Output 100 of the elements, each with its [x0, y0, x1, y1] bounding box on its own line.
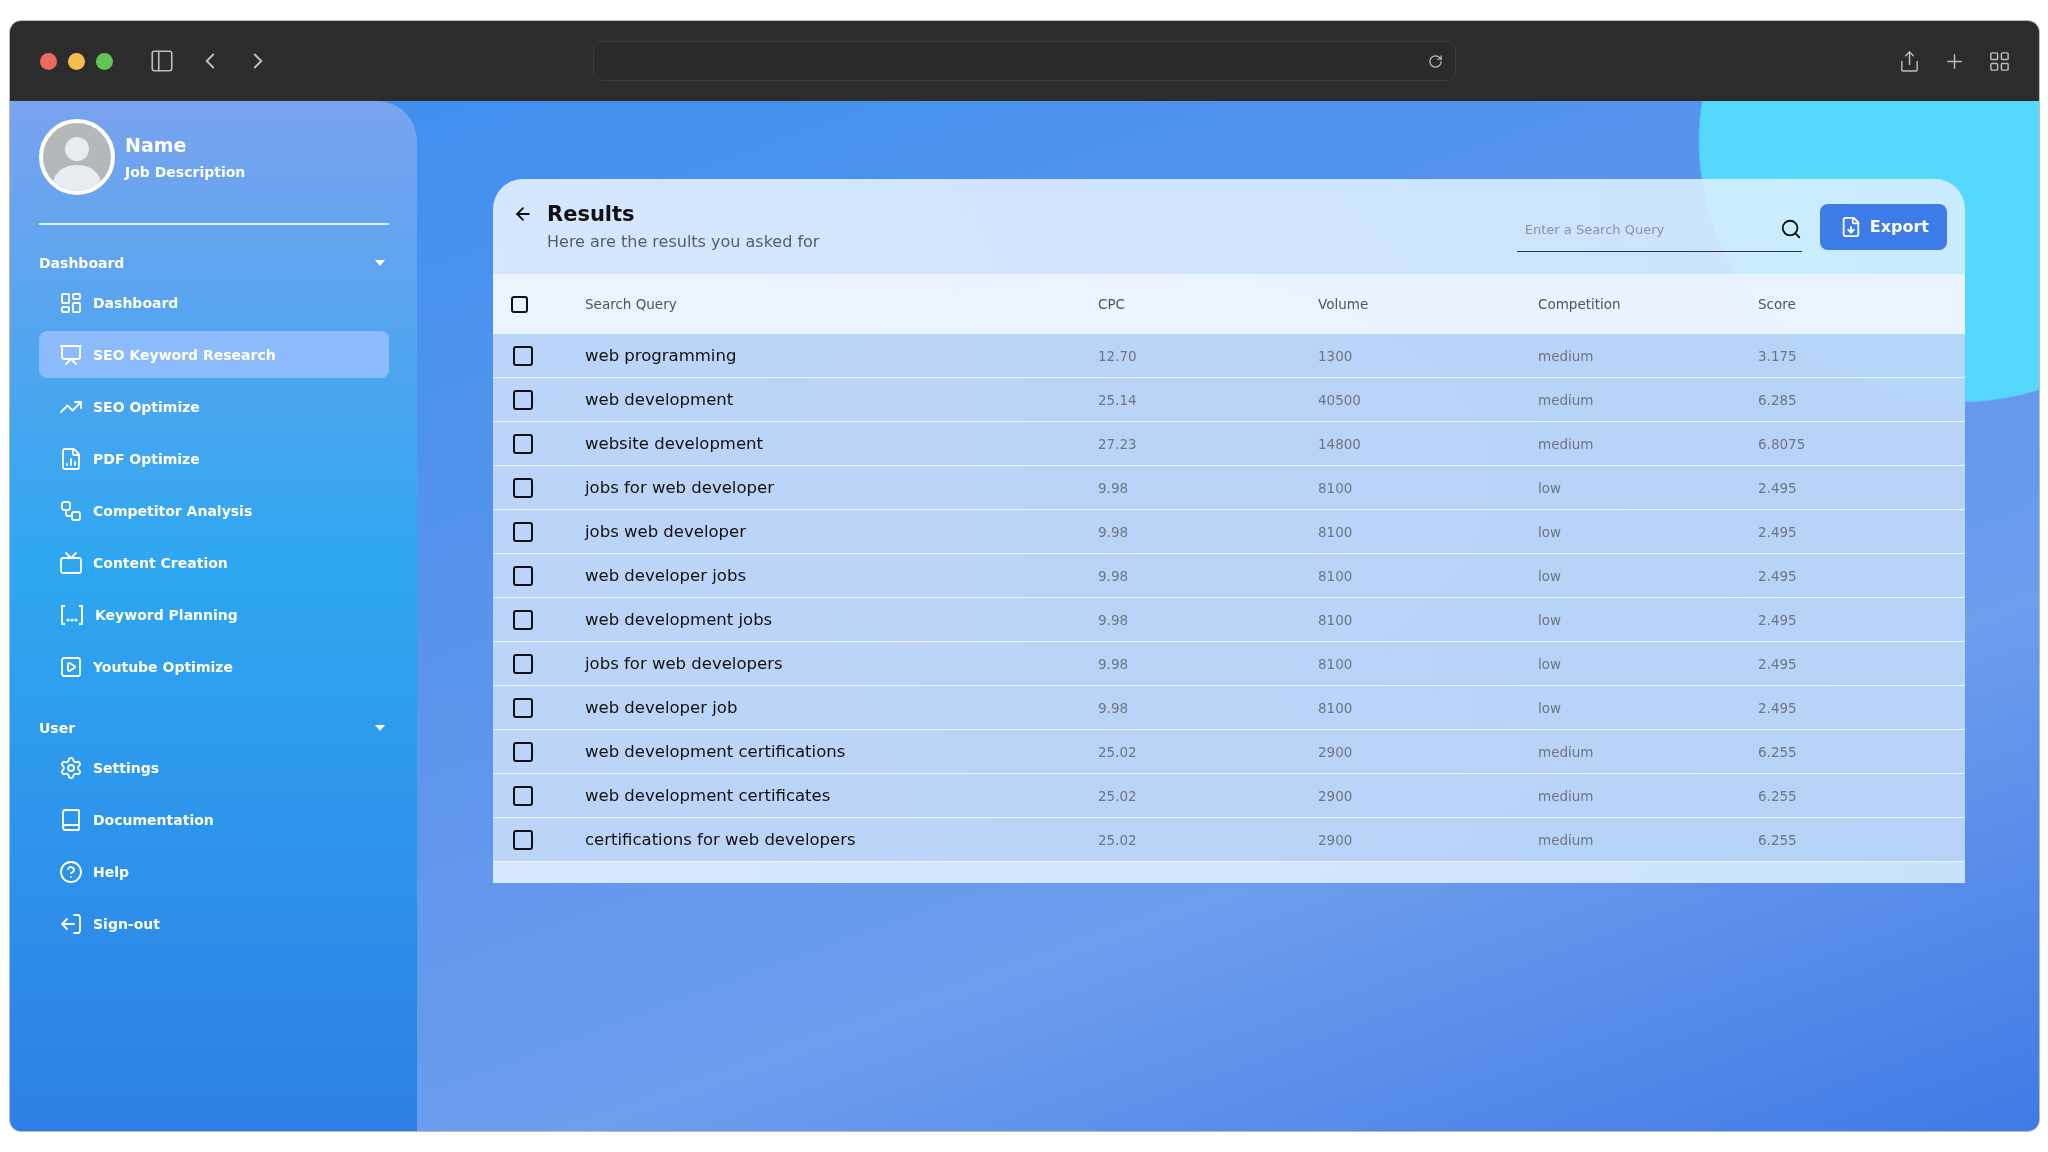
table-cell-text: 25.14 [1098, 391, 1138, 408]
row-checkbox[interactable] [513, 389, 533, 410]
table-cell-text: 12.70 [1098, 347, 1138, 364]
sidebar-item[interactable]: Youtube Optimize [39, 643, 389, 690]
book-icon [59, 807, 83, 832]
query-cell-text: jobs web developer [585, 522, 747, 541]
row-checkbox[interactable] [513, 785, 533, 806]
row-checkbox[interactable] [513, 433, 533, 454]
profile-name: Name [125, 134, 188, 156]
sidebar-item[interactable]: Content Creation [39, 539, 389, 586]
close-window-button[interactable] [40, 52, 57, 70]
table-cell-text: 6.8075 [1758, 435, 1807, 452]
table-cell-text: 40500 [1318, 391, 1362, 408]
select-all-checkbox[interactable] [511, 295, 528, 313]
sidebar-item[interactable]: Settings [39, 744, 389, 791]
column-header[interactable]: CPC [1098, 296, 1318, 312]
query-cell-text: web development [585, 390, 735, 409]
caret-icon[interactable] [375, 725, 385, 731]
table-cell-text: low [1538, 567, 1563, 584]
sign-out-icon [59, 911, 83, 936]
sidebar-item[interactable]: SEO Keyword Research [39, 331, 389, 378]
column-header[interactable]: Volume [1318, 296, 1538, 312]
sidebar-item[interactable]: Help [39, 848, 389, 895]
query-cell-text: web development jobs [585, 610, 774, 629]
caret-icon[interactable] [375, 260, 385, 266]
table-cell-text: 25.02 [1098, 831, 1138, 848]
table-cell-text: 6.255 [1758, 831, 1798, 848]
row-checkbox[interactable] [513, 653, 533, 674]
dashboard-icon [59, 290, 83, 315]
column-header[interactable]: Competition [1538, 296, 1758, 312]
table-cell-text: 27.23 [1098, 435, 1138, 452]
table-cell-text: medium [1538, 743, 1595, 760]
row-checkbox[interactable] [513, 697, 533, 718]
reload-icon[interactable] [1428, 53, 1443, 69]
row-checkbox[interactable] [513, 609, 533, 630]
row-checkbox[interactable] [513, 829, 533, 850]
section-title: Dashboard [39, 255, 125, 271]
minimize-window-button[interactable] [68, 52, 85, 70]
maximize-window-button[interactable] [96, 52, 113, 70]
table-cell-text: 8100 [1318, 523, 1354, 540]
sidebar-item[interactable]: PDF Optimize [39, 435, 389, 482]
table-cell-text: 8100 [1318, 479, 1354, 496]
table-cell-text: 9.98 [1098, 523, 1130, 540]
table-cell-text: 2.495 [1758, 523, 1798, 540]
sidebar-item[interactable]: SEO Optimize [39, 383, 389, 430]
table-cell-text: 8100 [1318, 567, 1354, 584]
table-cell-text: 14800 [1318, 435, 1362, 452]
row-checkbox[interactable] [513, 741, 533, 762]
table-cell-text: medium [1538, 391, 1595, 408]
sidebar-item[interactable]: Competitor Analysis [39, 487, 389, 534]
table-cell-text: medium [1538, 787, 1595, 804]
sidebar-item[interactable]: Sign-out [39, 900, 389, 947]
row-checkbox[interactable] [513, 565, 533, 586]
row-checkbox[interactable] [513, 477, 533, 498]
query-cell-text: web developer jobs [585, 566, 747, 585]
table-cell-text: medium [1538, 347, 1595, 364]
table-cell-text: 6.255 [1758, 787, 1798, 804]
table-cell-text: low [1538, 611, 1563, 628]
query-cell-text: web development certifications [585, 742, 847, 761]
query-cell-text: web programming [585, 346, 738, 365]
table-cell-text: 9.98 [1098, 479, 1130, 496]
sidebar-item[interactable]: Keyword Planning [39, 591, 389, 638]
table-cell-text: 25.02 [1098, 787, 1138, 804]
table-cell-text: 2.495 [1758, 611, 1798, 628]
query-cell-text: jobs for web developer [585, 478, 775, 497]
sidebar-item[interactable]: Dashboard [39, 279, 389, 326]
table-cell-text: medium [1538, 831, 1595, 848]
query-cell-text: web developer job [585, 698, 739, 717]
query-cell-text: website development [585, 434, 764, 453]
table-cell-text: 2900 [1318, 743, 1354, 760]
table-cell-text: 6.285 [1758, 391, 1798, 408]
query-cell-text: certifications for web developers [585, 830, 857, 849]
row-checkbox[interactable] [513, 345, 533, 366]
tab-overview-icon[interactable] [1988, 49, 2011, 73]
column-header[interactable]: Search Query [585, 296, 1098, 312]
help-icon [59, 859, 83, 884]
search-icon[interactable] [1779, 218, 1802, 240]
play-icon [59, 654, 83, 679]
back-arrow-icon[interactable] [513, 204, 533, 224]
table-cell-text: medium [1538, 435, 1595, 452]
presentation-chart-icon [59, 342, 83, 367]
export-button[interactable]: Export [1819, 203, 1947, 250]
table-cell-text: 9.98 [1098, 567, 1130, 584]
table-cell-text: 2.495 [1758, 567, 1798, 584]
table-cell-text: 25.02 [1098, 743, 1138, 760]
sidebar-item[interactable]: Documentation [39, 796, 389, 843]
row-checkbox[interactable] [513, 521, 533, 542]
sidebar-toggle-icon[interactable] [149, 48, 175, 74]
results-subtitle: Here are the results you asked for [547, 232, 821, 251]
tv-icon [59, 550, 83, 575]
table-cell-text: 2.495 [1758, 699, 1798, 716]
share-icon[interactable] [1898, 49, 1921, 73]
table-cell-text: 9.98 [1098, 655, 1130, 672]
query-cell-text: web development certificates [585, 786, 832, 805]
table-cell-text: low [1538, 523, 1563, 540]
search-field[interactable]: Enter a Search Query [1516, 220, 1780, 238]
table-cell-text: 8100 [1318, 655, 1354, 672]
table-cell-text: 9.98 [1098, 611, 1130, 628]
table-cell-text: 9.98 [1098, 699, 1130, 716]
column-header[interactable]: Score [1758, 296, 1965, 312]
